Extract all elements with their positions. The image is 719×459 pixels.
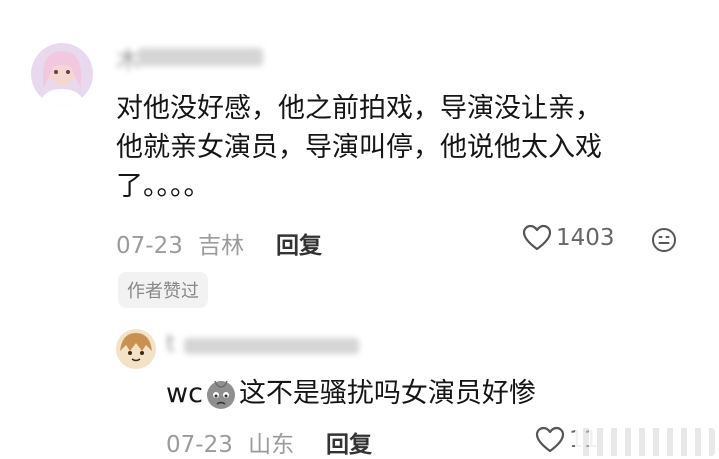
reply-text-suffix: 这不是骚扰吗女演员好惨 xyxy=(238,378,536,409)
comment-line-3: 了。。。。 xyxy=(116,171,211,202)
reply-date: 07-23 xyxy=(166,432,233,458)
reply-meta: 07-23 山东 xyxy=(166,425,294,459)
sad-emoji-icon xyxy=(206,380,235,409)
reply-avatar-image xyxy=(116,329,156,369)
emoji-button[interactable] xyxy=(651,227,677,257)
comment-date: 07-23 xyxy=(116,233,183,259)
heart-outline-icon xyxy=(522,224,552,251)
like-count: 1403 xyxy=(556,225,615,251)
reply-text: wc 这不是骚扰吗女演员好惨 xyxy=(166,376,536,412)
like-button[interactable]: 1403 xyxy=(522,224,615,252)
reply-location: 山东 xyxy=(248,432,295,458)
comment-username[interactable]: 木 xyxy=(116,40,266,74)
comment-text: 对他没好感，他之前拍戏，导演没让亲， 他就亲女演员，导演叫停，他说他太入戏 了。… xyxy=(116,89,706,206)
avatar[interactable] xyxy=(31,43,93,105)
author-liked-badge: 作者赞过 xyxy=(118,272,208,308)
comment-line-2: 他就亲女演员，导演叫停，他说他太入戏 xyxy=(116,132,602,163)
comment-location: 吉林 xyxy=(198,233,245,259)
reply-text-prefix: wc xyxy=(166,378,203,409)
avatar-image xyxy=(31,43,93,105)
reply-avatar[interactable] xyxy=(116,329,156,369)
heart-outline-icon xyxy=(535,426,565,453)
emoji-face-icon xyxy=(652,228,676,252)
reply-button[interactable]: 回复 xyxy=(276,226,322,260)
reply-username[interactable]: t xyxy=(166,331,366,359)
reply-reply-button[interactable]: 回复 xyxy=(326,425,372,459)
watermark-overlay xyxy=(575,428,715,456)
comment-line-1: 对他没好感，他之前拍戏，导演没让亲， xyxy=(116,93,602,124)
reply-username-text: t xyxy=(166,331,176,357)
comment-meta: 07-23 吉林 xyxy=(116,226,244,260)
